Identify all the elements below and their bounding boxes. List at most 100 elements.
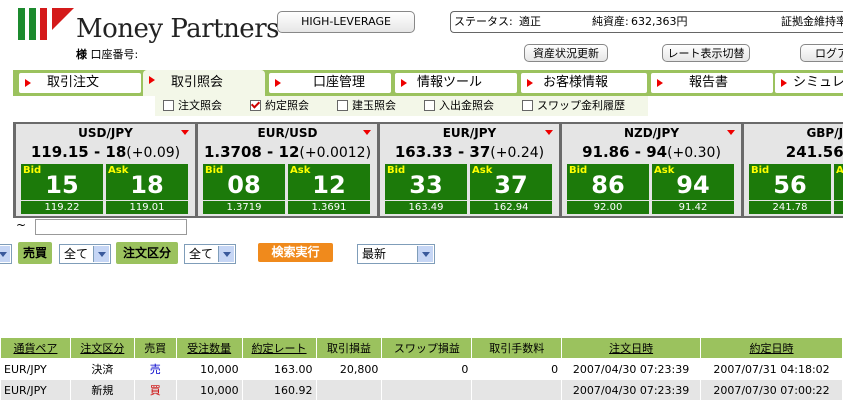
dropdown-arrow-icon bbox=[218, 246, 234, 262]
table-header-row: 通貨ペア 注文区分 売買 受注数量 約定レート 取引損益 スワップ損益 取引手数… bbox=[0, 337, 843, 359]
date-select[interactable] bbox=[0, 244, 12, 264]
bid-button[interactable]: Bid 15 bbox=[21, 164, 103, 200]
bid-button[interactable]: Bid 33 bbox=[385, 164, 467, 200]
asset-refresh-button[interactable]: 資産状況更新 bbox=[524, 44, 608, 62]
ask-button[interactable]: Ask 18 bbox=[106, 164, 188, 200]
ask-button[interactable]: Ask bbox=[834, 164, 843, 200]
ask-button[interactable]: Ask 94 bbox=[652, 164, 734, 200]
subnav-swap-history[interactable]: スワップ金利履歴 bbox=[522, 96, 625, 116]
currency-pair-select[interactable]: NZD/JPY bbox=[562, 125, 741, 141]
red-arrow-icon bbox=[25, 79, 31, 87]
nav-customer-info[interactable]: お客様情報 bbox=[521, 73, 647, 93]
nav-reports[interactable]: 報告書 bbox=[651, 73, 773, 93]
status-label: ステータス: bbox=[454, 15, 513, 28]
checkbox-icon bbox=[337, 99, 348, 111]
subnav-position-inquiry[interactable]: 建玉照会 bbox=[337, 96, 396, 116]
net-assets-value: 632,363円 bbox=[631, 15, 688, 28]
table-row: EUR/JPY 決済 売 10,000 163.00 20,800 0 0 20… bbox=[0, 358, 843, 380]
rate-panel-eurjpy: EUR/JPY 163.33 - 37(+0.24) Bid 33 Ask 37 1… bbox=[380, 124, 559, 216]
subnav-order-inquiry[interactable]: 注文照会 bbox=[163, 96, 222, 116]
subnav-execution-inquiry[interactable]: 約定照会 bbox=[250, 96, 309, 116]
bid-sub-value: 241.78 bbox=[749, 201, 831, 214]
col-side: 売買 bbox=[133, 337, 177, 359]
brand-name: Money Partners bbox=[76, 14, 279, 44]
red-arrow-icon bbox=[275, 79, 281, 87]
order-type-label: 注文区分 bbox=[116, 242, 178, 264]
sub-nav: 注文照会 約定照会 建玉照会 入出金照会 スワップ金利履歴 bbox=[155, 96, 648, 116]
search-button[interactable]: 検索実行 bbox=[258, 243, 333, 262]
rate-toggle-button[interactable]: レート表示切替 bbox=[662, 44, 750, 62]
rate-panel-gbpjpy: GBP/JPY 241.56 - 64 Bid56 Ask 241.78 bbox=[744, 124, 843, 216]
nav-info-tools[interactable]: 情報ツール bbox=[395, 73, 517, 93]
checkbox-icon bbox=[522, 99, 533, 111]
main-nav: 取引注文 取引照会 口座管理 情報ツール お客様情報 報告書 シミュレー bbox=[13, 70, 843, 96]
col-exec-date[interactable]: 約定日時 bbox=[700, 337, 843, 359]
dropdown-arrow-icon bbox=[93, 246, 109, 262]
margin-ratio-label: 証拠金維持率 bbox=[781, 15, 843, 28]
currency-pair-select[interactable]: EUR/USD bbox=[198, 125, 377, 141]
dropdown-arrow-icon bbox=[545, 130, 553, 135]
money-partners-logo-icon bbox=[18, 8, 74, 40]
col-order-type[interactable]: 注文区分 bbox=[69, 337, 135, 359]
nav-simulation[interactable]: シミュレー bbox=[775, 73, 843, 93]
bid-sub-value: 163.49 bbox=[385, 201, 467, 214]
high-leverage-button[interactable]: HIGH-LEVERAGE bbox=[277, 11, 415, 33]
bid-button[interactable]: Bid 86 bbox=[567, 164, 649, 200]
currency-pair-select[interactable]: EUR/JPY bbox=[380, 125, 559, 141]
subnav-deposit-inquiry[interactable]: 入出金照会 bbox=[424, 96, 494, 116]
currency-pair-select[interactable]: USD/JPY bbox=[16, 125, 195, 141]
ask-button[interactable]: Ask 12 bbox=[288, 164, 370, 200]
red-arrow-icon bbox=[781, 79, 787, 87]
ask-sub-value: 91.42 bbox=[652, 201, 734, 214]
col-exec-rate[interactable]: 約定レート bbox=[241, 337, 317, 359]
logout-button[interactable]: ログア bbox=[800, 44, 843, 62]
side-label: 売買 bbox=[18, 242, 52, 264]
bid-button[interactable]: Bid 08 bbox=[203, 164, 285, 200]
nav-account-management[interactable]: 口座管理 bbox=[269, 73, 391, 93]
account-number-label: 様 口座番号: bbox=[76, 48, 139, 61]
col-order-date[interactable]: 注文日時 bbox=[561, 337, 702, 359]
rate-price: 163.33 - 37(+0.24) bbox=[394, 143, 545, 161]
red-arrow-icon bbox=[657, 79, 663, 87]
rate-board: USD/JPY 119.15 - 18(+0.09) Bid 15 Ask 18 1… bbox=[13, 122, 843, 218]
ask-sub-value: 119.01 bbox=[106, 201, 188, 214]
ask-sub-value bbox=[834, 201, 843, 214]
date-to-input[interactable] bbox=[35, 219, 187, 235]
col-currency-pair[interactable]: 通貨ペア bbox=[0, 337, 71, 359]
nav-trade-order[interactable]: 取引注文 bbox=[19, 73, 141, 93]
dropdown-arrow-icon bbox=[417, 246, 433, 262]
ask-sub-value: 162.94 bbox=[470, 201, 552, 214]
col-swap-pl: スワップ損益 bbox=[381, 337, 473, 359]
checkbox-icon bbox=[163, 99, 174, 111]
rate-panel-nzdjpy: NZD/JPY 91.86 - 94(+0.30) Bid 86 Ask 94 92… bbox=[562, 124, 741, 216]
bid-button[interactable]: Bid 56 bbox=[749, 164, 831, 200]
red-arrow-icon bbox=[527, 79, 533, 87]
bid-sub-value: 1.3719 bbox=[203, 201, 285, 214]
ask-sub-value: 1.3691 bbox=[288, 201, 370, 214]
buy-indicator: 買 bbox=[133, 379, 177, 401]
bid-sub-value: 119.22 bbox=[21, 201, 103, 214]
nav-trade-inquiry[interactable]: 取引照会 bbox=[143, 70, 265, 96]
rate-price: 91.86 - 94(+0.30) bbox=[582, 143, 721, 161]
side-select[interactable]: 全て bbox=[59, 244, 111, 264]
status-value: 適正 bbox=[519, 15, 541, 28]
dropdown-arrow-icon bbox=[0, 246, 10, 262]
execution-table: 通貨ペア 注文区分 売買 受注数量 約定レート 取引損益 スワップ損益 取引手数… bbox=[0, 337, 843, 401]
ask-button[interactable]: Ask 37 bbox=[470, 164, 552, 200]
bid-sub-value: 92.00 bbox=[567, 201, 649, 214]
dropdown-arrow-icon bbox=[727, 130, 735, 135]
account-status-bar: ステータス: 適正 純資産: 632,363円 証拠金維持率 bbox=[450, 11, 843, 33]
red-arrow-icon bbox=[149, 76, 155, 84]
col-quantity[interactable]: 受注数量 bbox=[175, 337, 243, 359]
currency-pair-select[interactable]: GBP/JPY bbox=[744, 125, 843, 141]
checkbox-checked-icon bbox=[250, 99, 261, 111]
order-type-select[interactable]: 全て bbox=[184, 244, 236, 264]
dropdown-arrow-icon bbox=[363, 130, 371, 135]
dropdown-arrow-icon bbox=[181, 130, 189, 135]
table-row: EUR/JPY 新規 買 10,000 160.92 2007/04/30 07… bbox=[0, 379, 843, 401]
date-range-separator: ~ bbox=[16, 218, 27, 232]
col-trade-pl: 取引損益 bbox=[315, 337, 383, 359]
col-fee: 取引手数料 bbox=[471, 337, 563, 359]
rate-price: 1.3708 - 12(+0.0012) bbox=[203, 143, 372, 161]
sort-select[interactable]: 最新 bbox=[357, 244, 435, 264]
